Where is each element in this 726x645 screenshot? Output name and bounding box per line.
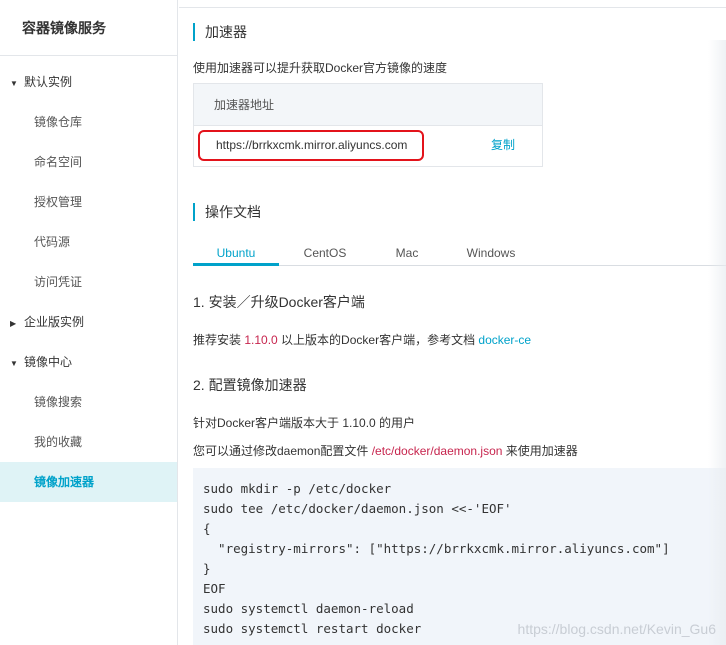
- step2-line2: 您可以通过修改daemon配置文件 /etc/docker/daemon.jso…: [193, 442, 578, 459]
- tab-windows[interactable]: Windows: [457, 240, 525, 266]
- sidebar-item-credentials[interactable]: 访问凭证: [0, 262, 177, 302]
- docker-ce-link[interactable]: docker-ce: [478, 333, 531, 347]
- code-line: sudo mkdir -p /etc/docker: [203, 481, 392, 496]
- main-content: 加速器 使用加速器可以提升获取Docker官方镜像的速度 加速器地址 https…: [179, 0, 726, 645]
- side-panel-shadow: [708, 40, 726, 645]
- accelerator-description: 使用加速器可以提升获取Docker官方镜像的速度: [193, 61, 448, 75]
- code-line: sudo systemctl daemon-reload: [203, 601, 414, 616]
- sidebar-title: 容器镜像服务: [0, 0, 177, 56]
- sidebar-item-image-search[interactable]: 镜像搜索: [0, 382, 177, 422]
- step2-line1: 针对Docker客户端版本大于 1.10.0 的用户: [193, 416, 416, 430]
- sidebar: 容器镜像服务 ▼ 默认实例 镜像仓库 命名空间 授权管理 代码源 访问凭证 ▶ 企业…: [0, 0, 178, 645]
- code-line: "registry-mirrors": ["https://brrkxcmk.m…: [203, 541, 670, 556]
- caret-down-icon: ▼: [10, 359, 18, 368]
- code-line: EOF: [203, 581, 226, 596]
- code-block[interactable]: sudo mkdir -p /etc/docker sudo tee /etc/…: [193, 468, 726, 645]
- docs-section-title: 操作文档: [193, 203, 261, 221]
- sidebar-item-repositories[interactable]: 镜像仓库: [0, 102, 177, 142]
- step1-text-prefix: 推荐安装: [193, 333, 245, 347]
- step2-line2-prefix: 您可以通过修改daemon配置文件: [193, 444, 372, 458]
- caret-down-icon: ▼: [10, 79, 18, 88]
- sidebar-group-label: 镜像中心: [24, 355, 73, 369]
- sidebar-group-enterprise[interactable]: ▶ 企业版实例: [0, 302, 177, 342]
- accelerator-table-header: 加速器地址: [194, 84, 542, 126]
- caret-right-icon: ▶: [10, 319, 17, 328]
- sidebar-group-image-center[interactable]: ▼ 镜像中心: [0, 342, 177, 382]
- step2-heading: 2. 配置镜像加速器: [193, 377, 307, 393]
- tab-ubuntu[interactable]: Ubuntu: [193, 240, 279, 266]
- sidebar-group-label: 默认实例: [24, 75, 73, 89]
- divider: [179, 7, 726, 8]
- step2-line2-suffix: 来使用加速器: [502, 444, 578, 458]
- step1-heading: 1. 安装／升级Docker客户端: [193, 294, 365, 310]
- version-number: 1.10.0: [244, 333, 278, 347]
- config-path: /etc/docker/daemon.json: [371, 444, 503, 458]
- code-line: sudo tee /etc/docker/daemon.json <<-'EOF…: [203, 501, 512, 516]
- accelerator-table: 加速器地址 https://brrkxcmk.mirror.aliyuncs.c…: [193, 83, 543, 167]
- code-line: {: [203, 521, 211, 536]
- copy-button[interactable]: 复制: [491, 126, 515, 165]
- step1-text: 推荐安装 1.10.0 以上版本的Docker客户端，参考文档 docker-c…: [193, 331, 531, 348]
- sidebar-item-namespaces[interactable]: 命名空间: [0, 142, 177, 182]
- sidebar-item-code-source[interactable]: 代码源: [0, 222, 177, 262]
- sidebar-item-favorites[interactable]: 我的收藏: [0, 422, 177, 462]
- accelerator-table-row: https://brrkxcmk.mirror.aliyuncs.com 复制: [194, 126, 542, 167]
- step1-text-middle: 以上版本的Docker客户端，参考文档: [277, 333, 479, 347]
- tab-centos[interactable]: CentOS: [289, 240, 361, 266]
- sidebar-group-default-instance[interactable]: ▼ 默认实例: [0, 62, 177, 102]
- accelerator-section-title: 加速器: [193, 23, 247, 41]
- sidebar-item-accelerator[interactable]: 镜像加速器: [0, 462, 177, 502]
- code-line: }: [203, 561, 211, 576]
- watermark: https://blog.csdn.net/Kevin_Gu6: [517, 621, 716, 637]
- os-tabs: Ubuntu CentOS Mac Windows: [193, 240, 726, 266]
- sidebar-group-label: 企业版实例: [24, 315, 85, 329]
- accelerator-url[interactable]: https://brrkxcmk.mirror.aliyuncs.com: [198, 130, 424, 161]
- sidebar-item-authorization[interactable]: 授权管理: [0, 182, 177, 222]
- tab-mac[interactable]: Mac: [383, 240, 431, 266]
